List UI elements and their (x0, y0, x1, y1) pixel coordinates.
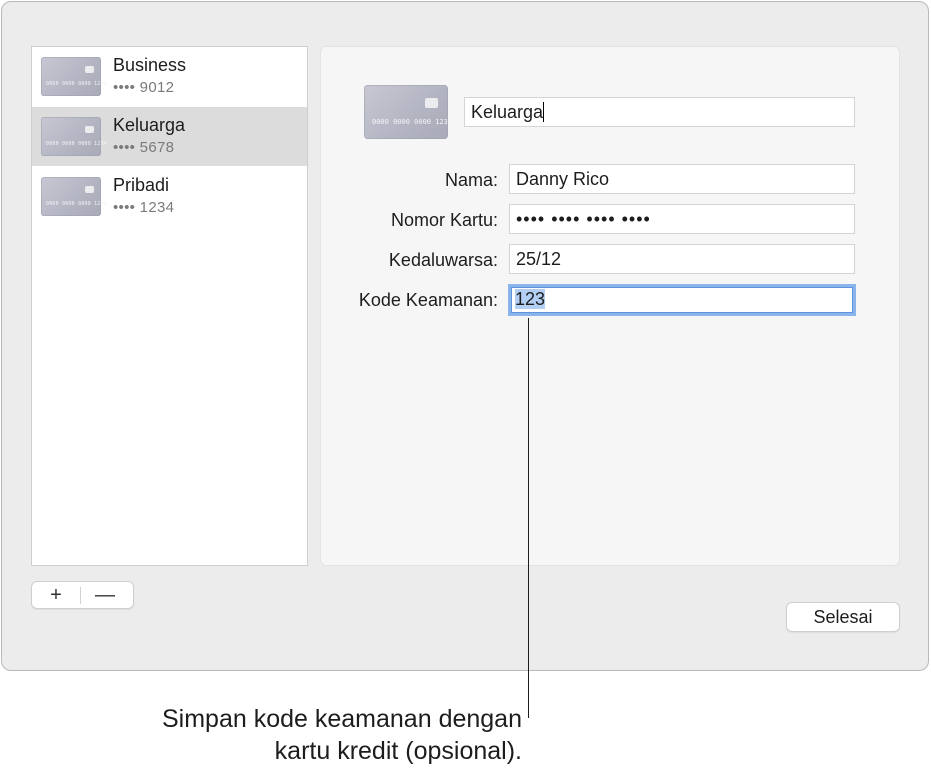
card-number-masked: •••• 9012 (113, 79, 175, 96)
card-row-business[interactable]: 0000 0000 0000 1234 Business •••• 9012 (32, 47, 307, 106)
card-row-keluarga[interactable]: 0000 0000 0000 1234 Keluarga •••• 5678 (32, 107, 307, 166)
security-code-label: Kode Keamanan: (358, 290, 498, 310)
name-label: Nama: (444, 170, 498, 190)
expiry-field[interactable]: 25/12 (509, 244, 855, 274)
card-title-input[interactable]: Keluarga (464, 97, 855, 127)
card-row-pribadi[interactable]: 0000 0000 0000 1234 Pribadi •••• 1234 (32, 167, 307, 226)
callout-caption: Simpan kode keamanan dengan kartu kredit… (162, 705, 522, 765)
credit-card-icon: 0000 0000 0000 1234 (364, 85, 452, 139)
done-button[interactable]: Selesai (786, 602, 900, 632)
credit-card-icon: 0000 0000 0000 1234 (41, 57, 107, 96)
card-name: Business (113, 55, 187, 75)
credit-card-icon: 0000 0000 0000 1234 (41, 177, 107, 216)
remove-card-button[interactable]: — (81, 582, 129, 608)
callout-line (528, 318, 529, 718)
add-remove-buttons: + — (31, 581, 134, 609)
security-code-field[interactable]: 123 (508, 284, 856, 316)
credit-card-icon: 0000 0000 0000 1234 (41, 117, 107, 156)
card-number-label: Nomor Kartu: (390, 210, 498, 230)
card-number-masked: •••• 1234 (113, 199, 175, 216)
card-number-field[interactable]: •••• •••• •••• •••• (509, 204, 855, 234)
card-list[interactable]: 0000 0000 0000 1234 Business •••• 9012 0… (31, 46, 308, 566)
add-card-button[interactable]: + (32, 582, 80, 608)
card-number-masked: •••• 5678 (113, 139, 175, 156)
card-name: Pribadi (113, 175, 170, 195)
card-name: Keluarga (113, 115, 186, 135)
expiry-label: Kedaluwarsa: (388, 250, 498, 270)
name-field[interactable]: Danny Rico (509, 164, 855, 194)
